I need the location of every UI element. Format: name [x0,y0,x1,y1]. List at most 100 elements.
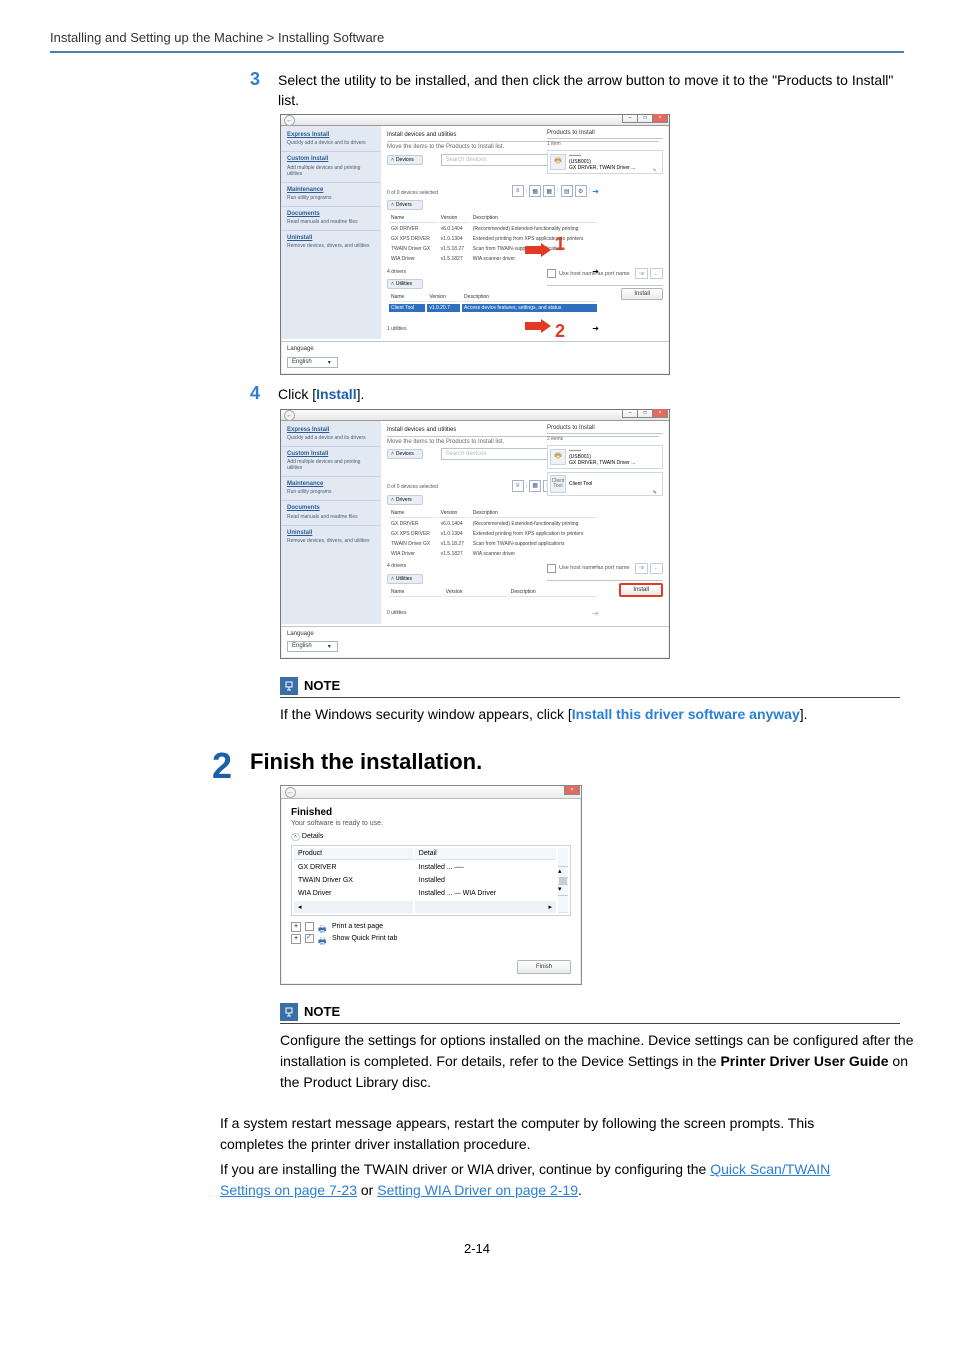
callout-2: 2 [555,321,565,342]
sidebar-item-custom[interactable]: Custom InstallAdd multiple devices and p… [281,446,381,476]
move-right-utility-icon[interactable]: ➔ [592,324,599,333]
printer-icon: 🖶 [318,934,328,944]
wia-driver-link[interactable]: Setting WIA Driver on page 2-19 [377,1182,578,1198]
selected-count: 0 of 0 devices selected [387,190,438,196]
callout-arrow-2 [525,319,551,335]
drivers-group[interactable]: ˄Drivers [387,200,423,210]
expand-icon[interactable]: + [291,934,301,944]
products-to-install: Products to Install 1 item 🖶 ━━━━(USB001… [547,130,663,174]
back-icon[interactable]: ← [284,115,295,126]
sidebar-item-custom[interactable]: Custom Install Add multiple devices and … [281,151,381,181]
search-input[interactable]: Search devices [441,448,564,460]
view-list-icon[interactable]: ≡ [512,480,524,492]
utilities-group[interactable]: ˄Utilities [387,574,423,584]
drivers-group[interactable]: ˄Drivers [387,495,423,505]
section-number: 2 [212,745,232,787]
section-title: Finish the installation. [250,749,904,775]
devices-group[interactable]: ˄Devices [387,449,423,459]
minimize-icon[interactable]: – [622,114,637,123]
checkbox[interactable] [305,922,314,931]
view-grid-icon[interactable]: ▦ [529,185,541,197]
printer-icon: 🖶 [550,154,566,170]
dialog-title: Finished [291,807,571,818]
step-4-text: Click [Install]. [278,383,364,405]
callout-arrow-1 [525,243,551,259]
wizard-main-area: Install devices and utilities Move the i… [381,421,669,624]
sidebar-item-documents[interactable]: DocumentsRead manuals and readme files [281,500,381,524]
products-to-install: Products to Install 2 items 🖶 ━━━━(USB00… [547,425,663,496]
install-link: Install [316,386,356,402]
callout-1: 1 [555,234,565,255]
install-button[interactable]: Install [621,288,663,300]
view-tile-icon[interactable]: ▤ [561,185,573,197]
back-icon[interactable]: ← [284,410,295,421]
wizard-sidebar: Express Install Quickly add a device and… [281,126,381,339]
pencil-icon[interactable]: ✎ [653,168,657,174]
sidebar-item-maintenance[interactable]: MaintenanceRun utility programs [281,476,381,500]
finish-button[interactable]: Finish [517,960,571,974]
close-icon[interactable]: × [652,409,668,418]
window-titlebar: ← – □ × [281,115,669,126]
table-row[interactable]: TWAIN Driver GXv1.5.18.27Scan from TWAIN… [389,540,597,548]
use-hostname-checkbox[interactable] [547,564,556,573]
move-right-utility-icon[interactable]: ➔ [592,609,599,618]
view-list-icon[interactable]: ≡ [512,185,524,197]
close-icon[interactable]: × [652,114,668,123]
product-row[interactable]: 🖶 ━━━━(USB001)GX DRIVER, TWAIN Driver ..… [547,150,663,174]
table-row: GX DRIVERInstalled ... ━━━ [294,862,568,873]
table-row[interactable]: TWAIN Driver GXv1.5.18.27Scan from TWAIN… [389,245,597,253]
table-row[interactable]: GX XPS DRIVERv1.0.1304Extended printing … [389,235,597,243]
expand-icon[interactable]: + [291,922,301,932]
show-quickprint-row[interactable]: + ✓ 🖶 Show Quick Print tab [291,934,571,944]
view-grid2-icon[interactable]: ▦ [543,185,555,197]
settings-icon[interactable]: ⚙ [575,185,587,197]
table-row[interactable]: Client Toolv1.0.20.7Access device featur… [389,304,597,312]
sidebar-item-maintenance[interactable]: Maintenance Run utility programs [281,182,381,206]
utilities-group[interactable]: ˄Utilities [387,279,423,289]
sort-asc-icon[interactable]: ↑≡ [635,563,648,574]
printer-icon: 🖶 [318,922,328,932]
note-box: NOTE Configure the settings for options … [280,1003,904,1093]
details-group[interactable]: ˄Details [291,833,571,841]
use-hostname-checkbox[interactable] [547,269,556,278]
sidebar-item-documents[interactable]: Documents Read manuals and readme files [281,206,381,230]
wizard-main-area: Install devices and utilities Move the i… [381,126,669,339]
note-icon [280,1003,298,1021]
product-row[interactable]: 🖶 ━━━━(USB001)GX DRIVER, TWAIN Driver ..… [547,445,663,469]
pencil-icon[interactable]: ✎ [653,490,657,496]
closing-text: If a system restart message appears, res… [220,1113,860,1201]
move-right-device-icon[interactable]: ➔ [592,187,599,196]
table-row[interactable]: GX DRIVERv6.0.1404(Recommended) Extended… [389,520,597,528]
note-body: If the Windows security window appears, … [280,704,920,725]
close-icon[interactable]: × [564,786,580,795]
maximize-icon[interactable]: □ [637,409,652,418]
install-anyway-link: Install this driver software anyway [572,706,800,722]
remove-icon[interactable]: ← [650,563,663,574]
table-row[interactable]: GX XPS DRIVERv1.0.1304Extended printing … [389,530,597,538]
language-select[interactable]: English▾ [287,357,338,368]
step-4: 4 Click [Install]. [250,383,904,405]
sidebar-item-express[interactable]: Express Install Quickly add a device and… [281,128,381,151]
sort-asc-icon[interactable]: ↑≡ [635,268,648,279]
maximize-icon[interactable]: □ [637,114,652,123]
checkbox[interactable]: ✓ [305,934,314,943]
step-3: 3 Select the utility to be installed, an… [250,69,904,110]
product-row[interactable]: ClientTool Client Tool ✎ [547,472,663,496]
sidebar-item-uninstall[interactable]: UninstallRemove devices, drivers, and ut… [281,525,381,549]
step-number-4: 4 [250,383,268,404]
sidebar-item-express[interactable]: Express InstallQuickly add a device and … [281,423,381,446]
install-button[interactable]: Install [619,583,663,597]
finished-dialog: ← × Finished Your software is ready to u… [280,785,582,985]
section-2: 2 Finish the installation. ← × Finished … [250,749,904,1201]
back-icon[interactable]: ← [285,787,296,798]
view-grid-icon[interactable]: ▦ [529,480,541,492]
minimize-icon[interactable]: – [622,409,637,418]
print-test-page-row[interactable]: + 🖶 Print a test page [291,922,571,932]
table-row[interactable]: GX DRIVERv6.0.1404(Recommended) Extended… [389,225,597,233]
remove-icon[interactable]: ← [650,268,663,279]
devices-group[interactable]: ˄Devices [387,155,423,165]
language-select[interactable]: English▾ [287,641,338,652]
search-input[interactable]: Search devices [441,154,564,166]
sidebar-item-uninstall[interactable]: Uninstall Remove devices, drivers, and u… [281,230,381,254]
table-row: WIA DriverInstalled ... ━━ WIA Driver [294,888,568,899]
